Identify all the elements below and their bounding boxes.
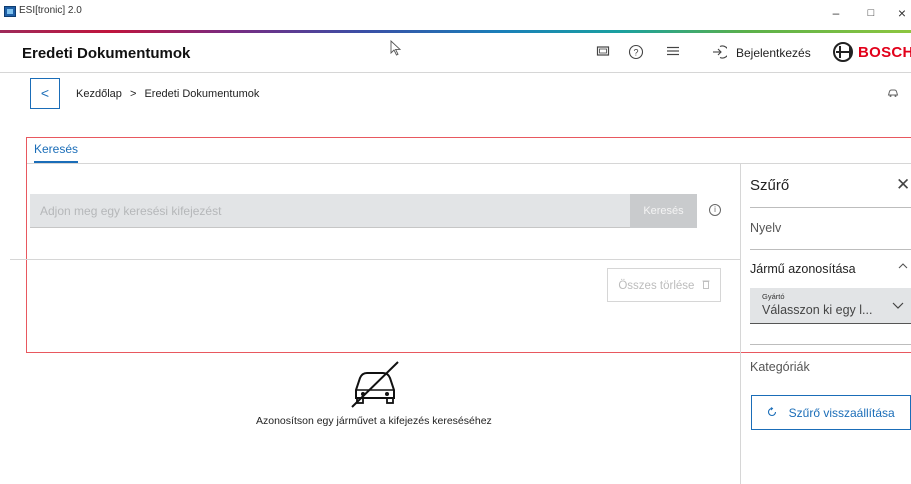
trash-icon: [702, 280, 710, 292]
filter-title: Szűrő: [750, 177, 790, 194]
login-link[interactable]: Bejelentkezés: [736, 46, 811, 60]
breadcrumb-home[interactable]: Kezdőlap: [76, 88, 122, 100]
brand-name: BOSCH: [858, 44, 911, 61]
screen-icon[interactable]: [594, 44, 612, 62]
filter-close-icon[interactable]: ✕: [896, 175, 910, 195]
vehicle-icon[interactable]: [887, 88, 899, 98]
filter-divider: [750, 207, 911, 208]
breadcrumb-current: Eredeti Dokumentumok: [144, 88, 260, 100]
chevron-down-icon: [892, 300, 904, 312]
tab-search[interactable]: Keresés: [34, 142, 79, 163]
info-icon[interactable]: i: [709, 204, 721, 216]
manufacturer-label: Gyártó: [762, 292, 785, 301]
window-titlebar: ESI[tronic] 2.0 – □ ×: [0, 0, 911, 30]
filter-vehicle-id[interactable]: Jármű azonosítása: [750, 262, 856, 276]
search-button[interactable]: Keresés: [630, 194, 697, 228]
help-icon[interactable]: ?: [627, 44, 645, 62]
search-input[interactable]: [30, 194, 630, 228]
reset-filter-label: Szűrő visszaállítása: [788, 405, 895, 420]
manufacturer-select[interactable]: Gyártó Válasszon ki egy l...: [750, 288, 911, 324]
window-title: ESI[tronic] 2.0: [19, 5, 82, 16]
empty-state-message: Azonosítson egy járművet a kifejezés ker…: [256, 415, 492, 427]
login-icon[interactable]: [710, 44, 729, 62]
app-header: Eredeti Dokumentumok ? Bejelentkezés BOS…: [0, 33, 911, 73]
reset-icon: [767, 406, 780, 420]
tab-divider: [27, 163, 911, 164]
manufacturer-value: Válasszon ki egy l...: [762, 303, 873, 317]
breadcrumb-separator: >: [129, 88, 137, 100]
minimize-button[interactable]: –: [822, 3, 850, 23]
filter-divider: [750, 249, 911, 250]
no-vehicle-icon: [346, 360, 404, 410]
mouse-cursor-icon: [390, 39, 402, 56]
page-title: Eredeti Dokumentumok: [22, 45, 191, 62]
filter-language[interactable]: Nyelv: [750, 221, 781, 235]
filter-panel-divider: [740, 164, 741, 484]
svg-text:?: ?: [633, 48, 638, 58]
reset-filter-button[interactable]: Szűrő visszaállítása: [751, 395, 911, 430]
app-icon: [4, 6, 16, 17]
close-window-button[interactable]: ×: [888, 3, 911, 23]
filter-categories[interactable]: Kategóriák: [750, 360, 810, 374]
clear-all-label: Összes törlése: [618, 279, 695, 292]
filter-divider: [750, 344, 911, 345]
chevron-up-icon[interactable]: [898, 260, 908, 272]
clear-all-button[interactable]: Összes törlése: [607, 268, 721, 302]
breadcrumb: Kezdőlap > Eredeti Dokumentumok: [76, 88, 264, 100]
search-area-divider: [10, 259, 740, 260]
restore-button[interactable]: □: [857, 3, 885, 23]
back-button[interactable]: <: [30, 78, 60, 109]
bosch-logo-icon: [833, 42, 853, 62]
menu-icon[interactable]: [664, 44, 682, 62]
tab-bar: Keresés: [34, 140, 79, 164]
